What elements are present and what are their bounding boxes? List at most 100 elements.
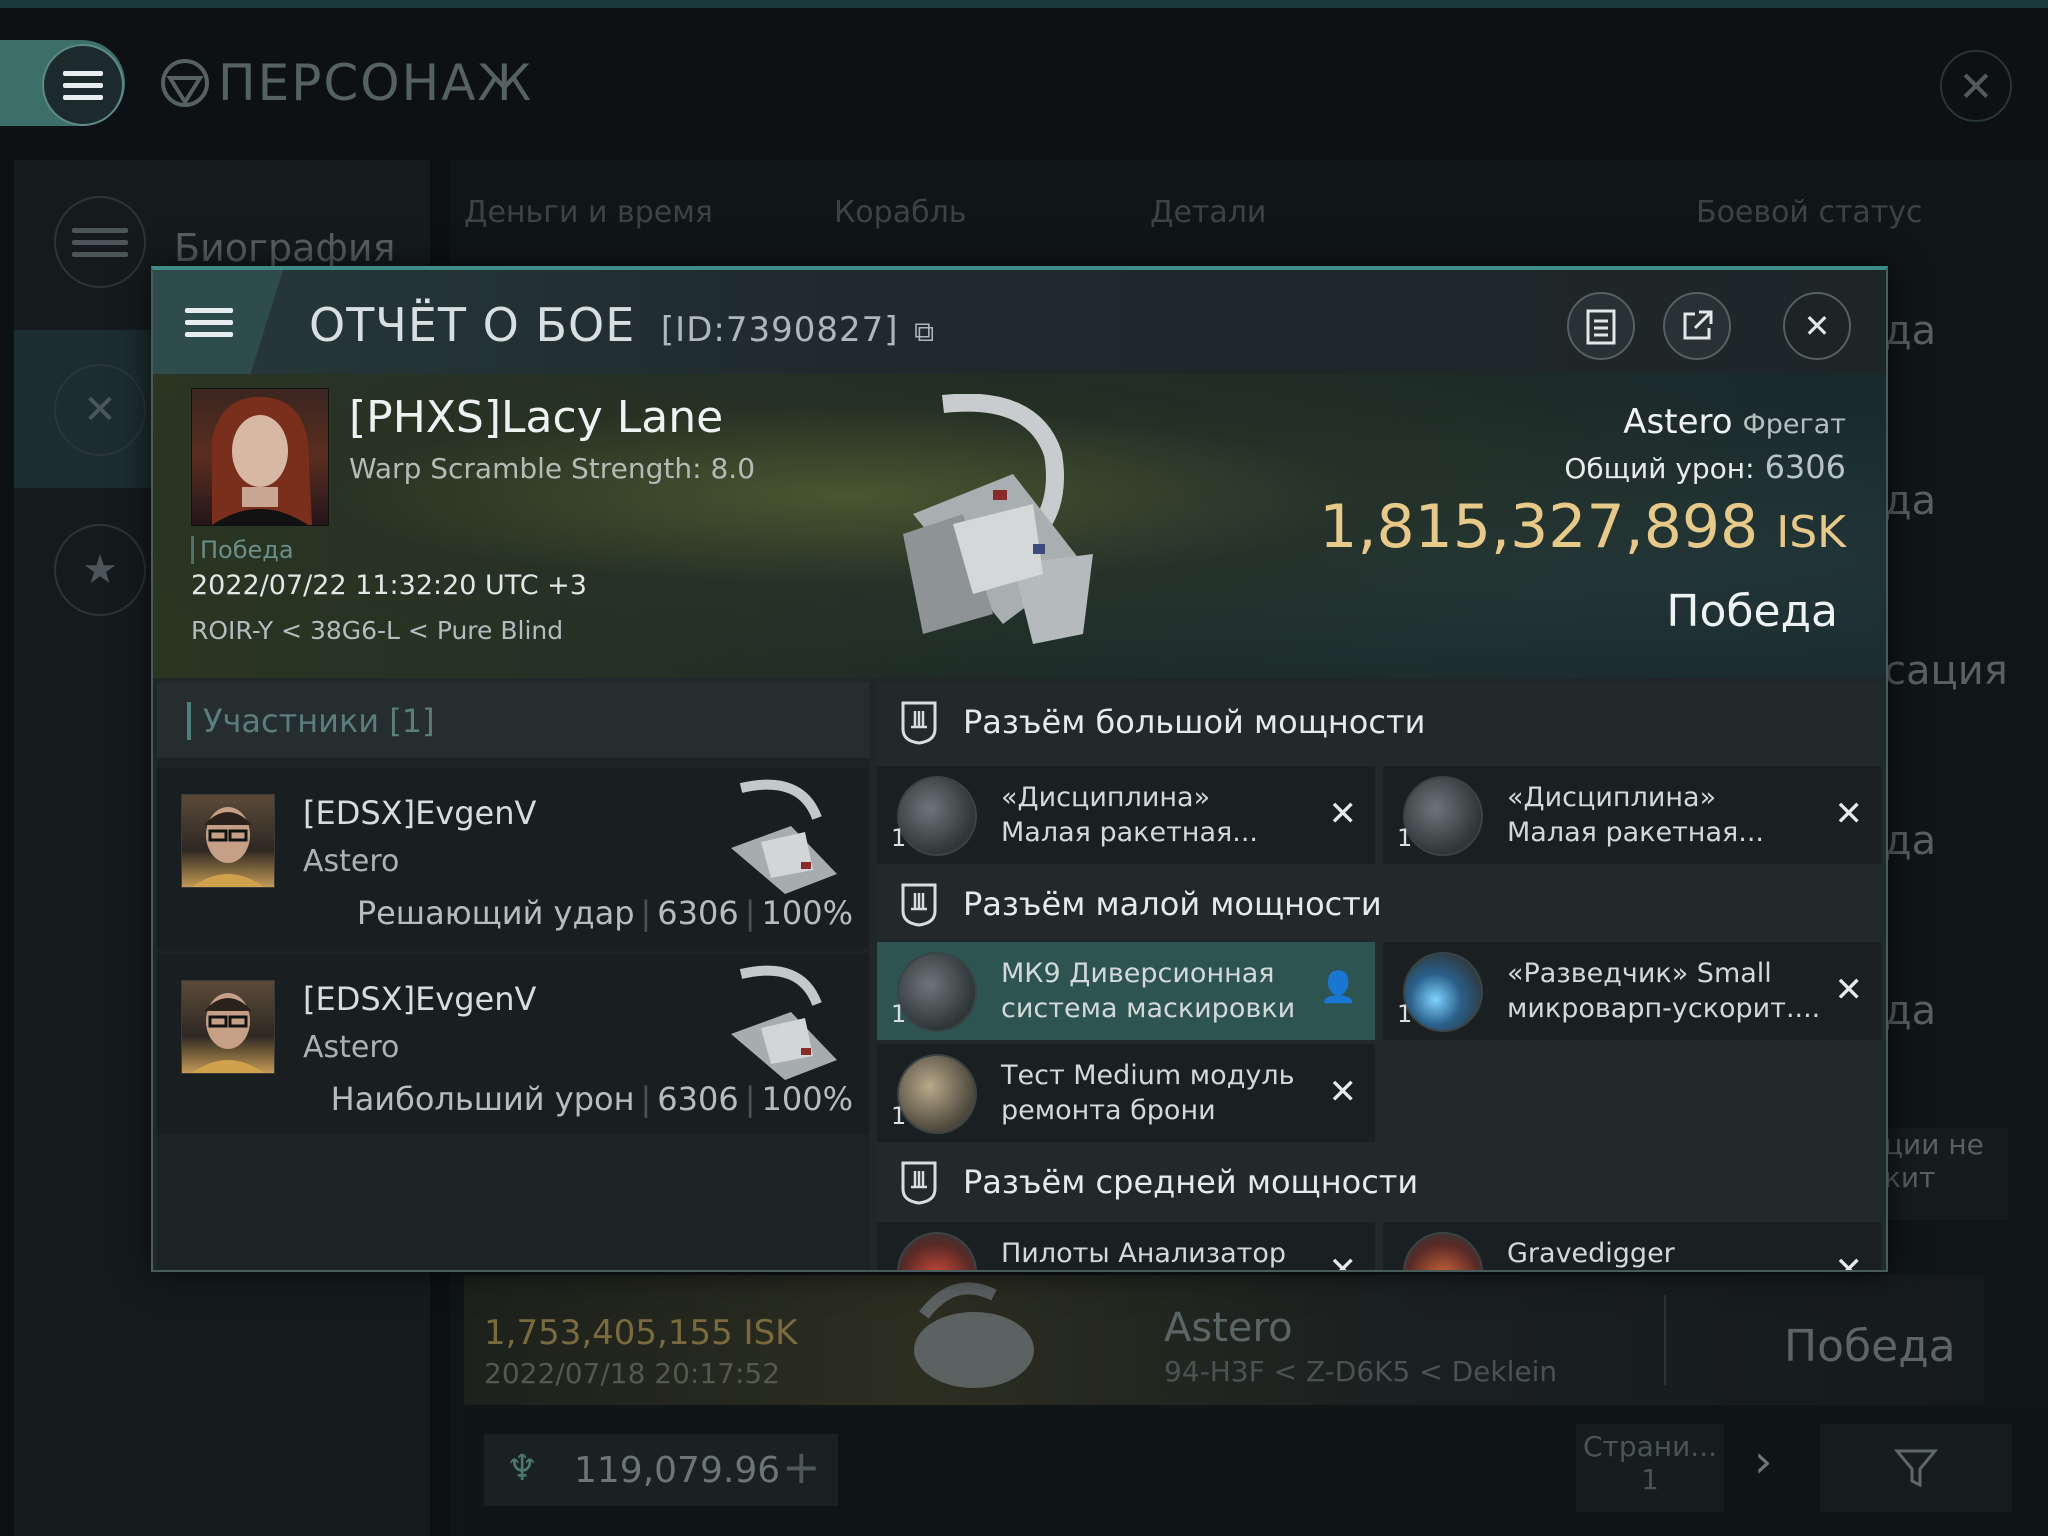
total-damage: Общий урон: 6306 (1564, 448, 1846, 486)
star-icon: ★ (54, 524, 146, 616)
participant-ship-icon (731, 779, 837, 894)
battle-result: Победа (1666, 586, 1838, 637)
battle-report-dialog: ОТЧЁТ О БОЕ [ID:7390827] ⧉ ✕ [PHXS]Lacy … (151, 266, 1888, 1272)
module-name: «Разведчик» Small микроварп-ускорит.... (1507, 958, 1821, 1024)
next-page-icon[interactable]: › (1754, 1434, 1772, 1488)
share-button[interactable] (1663, 292, 1731, 360)
copy-icon[interactable]: ⧉ (914, 315, 935, 348)
filter-icon (1893, 1449, 1939, 1488)
module-item[interactable]: 1 «Дисциплина» Малая ракетная... ✕ (1383, 766, 1881, 864)
participant-percent: 100% (761, 1080, 853, 1118)
probe-launcher-icon (1403, 1232, 1483, 1270)
page-title-text: ПЕРСОНАЖ (218, 54, 534, 112)
row-note: ции не кит (1884, 1128, 2008, 1220)
row-result: да (1884, 818, 1937, 864)
balance-value: 119,079.96 (574, 1450, 781, 1491)
launcher-icon (897, 776, 977, 856)
victim-portrait[interactable] (191, 388, 329, 526)
tab-combat-status[interactable]: Боевой статус (1696, 195, 1923, 230)
sidebar-item-label: Биография (174, 226, 396, 270)
module-qty: 1 (891, 824, 907, 852)
report-id: [ID:7390827] (660, 310, 899, 350)
module-name: Gravedigger (1507, 1238, 1675, 1269)
slot-header-label: Разъём большой мощности (963, 703, 1426, 741)
tab-money-time[interactable]: Деньги и время (464, 195, 713, 230)
module-item[interactable]: 1 Пилоты Анализатор ✕ (877, 1222, 1375, 1272)
character-icon (161, 59, 209, 107)
total-damage-label: Общий урон: (1564, 452, 1755, 485)
menu-icon (185, 307, 233, 337)
module-name: «Дисциплина» Малая ракетная... (1507, 782, 1764, 848)
slot-header-high: Разъём большой мощности (877, 682, 1886, 762)
isk-loss: 1,815,327,898 ISK (1319, 492, 1846, 562)
footer-bar: ♆ 119,079.96 + Страни... 1 › (464, 1410, 2048, 1536)
slot-header-label: Разъём малой мощности (963, 885, 1382, 923)
kill-location[interactable]: ROIR-Y < 38G6-L < Pure Blind (191, 616, 563, 645)
participant-stats: Наибольший урон | 6306 | 100% (330, 1080, 853, 1118)
pilot-avatar (212, 396, 312, 525)
ship-name: Astero (1623, 402, 1733, 442)
module-item[interactable]: 1 Тест Medium модуль ремонта брони ✕ (877, 1044, 1375, 1142)
module-item[interactable]: 1 «Дисциплина» Малая ракетная... ✕ (877, 766, 1375, 864)
row-result: да (1884, 478, 1937, 524)
participant-role: Решающий удар (356, 894, 635, 932)
add-isk-button[interactable]: + (782, 1440, 821, 1494)
killmail-row[interactable]: 1,753,405,155 ISK 2022/07/18 20:17:52 As… (464, 1275, 1984, 1405)
list-icon (54, 196, 146, 288)
victim-ship[interactable]: Astero Фрегат (1623, 402, 1846, 442)
dialog-close-button[interactable]: ✕ (1783, 292, 1851, 360)
main-menu-button[interactable] (0, 40, 125, 126)
slot-header-low: Разъём малой мощности (877, 864, 1886, 944)
row-result: да (1884, 988, 1937, 1034)
module-name: Тест Medium модуль ремонта брони (1001, 1060, 1295, 1126)
cloak-icon (897, 952, 977, 1032)
external-link-icon (1683, 310, 1713, 340)
victim-banner: [PHXS]Lacy Lane Warp Scramble Strength: … (153, 374, 1886, 678)
clipboard-button[interactable] (1567, 292, 1635, 360)
wallet-icon: ♆ (506, 1448, 539, 1489)
avatar (181, 980, 275, 1074)
destroyed-icon: ✕ (1328, 1250, 1358, 1272)
row-result: сация (1884, 648, 2008, 694)
participant-ship-icon (731, 965, 837, 1080)
participant-ship: Astero (303, 1030, 400, 1065)
dialog-menu-button[interactable] (153, 270, 283, 374)
filter-button[interactable] (1820, 1424, 2012, 1512)
low-slot-icon (901, 883, 937, 927)
page-close-button[interactable]: ✕ (1940, 50, 2012, 122)
module-qty: 1 (1397, 824, 1413, 852)
participants-panel: Участники [1] [EDSX]EvgenV Astero Решающ… (157, 682, 869, 1270)
row-result: Победа (1784, 1321, 1956, 1372)
victim-name[interactable]: [PHXS]Lacy Lane (349, 392, 723, 443)
result-tag: Победа (191, 536, 294, 564)
ship-render[interactable] (883, 394, 1113, 654)
crossed-swords-icon: ✕ (54, 364, 146, 456)
slot-header-label: Разъём средней мощности (963, 1163, 1419, 1201)
clipboard-icon (1586, 309, 1616, 345)
module-qty: 1 (891, 1102, 907, 1130)
tab-ship[interactable]: Корабль (834, 195, 966, 230)
balance-box: ♆ 119,079.96 + (484, 1434, 838, 1506)
row-result: да (1884, 308, 1937, 354)
tab-details[interactable]: Детали (1150, 195, 1266, 230)
background-tabs: Деньги и время Корабль Детали Боевой ста… (450, 165, 2010, 245)
launcher-icon (1403, 776, 1483, 856)
module-item[interactable]: 1 МК9 Диверсионная система маскировки 👤 (877, 942, 1375, 1040)
module-item[interactable]: 1 «Разведчик» Small микроварп-ускорит...… (1383, 942, 1881, 1040)
fittings-panel: Разъём большой мощности 1 «Дисциплина» М… (877, 682, 1886, 1270)
pilot-avatar (192, 993, 264, 1073)
participants-title: Участники [1] (187, 702, 435, 740)
destroyed-icon: ✕ (1834, 970, 1864, 1010)
analyzer-icon (897, 1232, 977, 1270)
participant-row[interactable]: [EDSX]EvgenV Astero Решающий удар | 6306 | 1… (157, 768, 869, 948)
destroyed-icon: ✕ (1328, 1072, 1358, 1112)
module-name: МК9 Диверсионная система маскировки (1001, 958, 1296, 1024)
page-selector[interactable]: Страни... 1 (1576, 1424, 1724, 1512)
participant-row[interactable]: [EDSX]EvgenV Astero Наибольший урон | 6306… (157, 954, 869, 1134)
row-isk: 1,753,405,155 ISK (484, 1313, 798, 1353)
module-item[interactable]: 1 Gravedigger ✕ (1383, 1222, 1881, 1270)
top-strip (0, 0, 2048, 8)
kill-date: 2022/07/22 11:32:20 UTC +3 (191, 570, 587, 601)
ship-thumbnail (914, 1282, 1034, 1388)
warp-scramble-strength: Warp Scramble Strength: 8.0 (349, 452, 756, 485)
